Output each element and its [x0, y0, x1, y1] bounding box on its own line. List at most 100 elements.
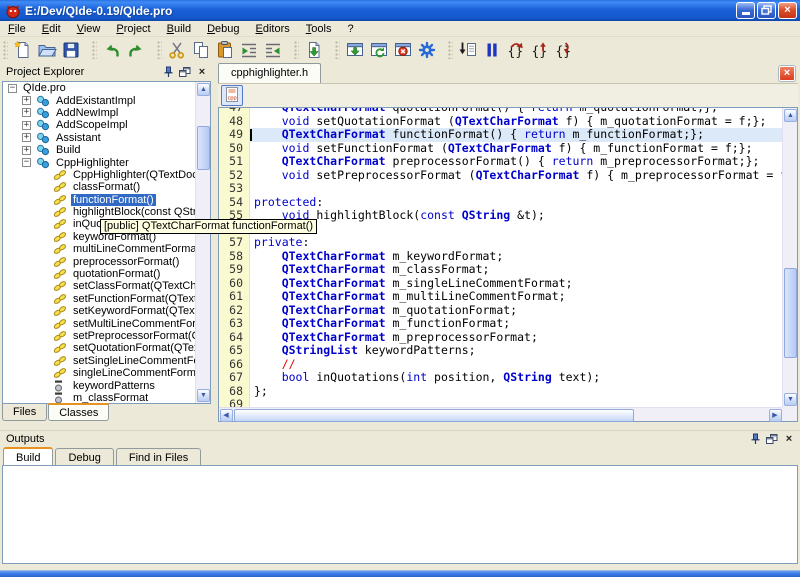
close-button[interactable]: ×: [778, 2, 797, 19]
tree-item-addnewimpl[interactable]: +AddNewImpl: [3, 107, 195, 119]
expand-icon[interactable]: +: [22, 96, 31, 105]
tree-item-assistant[interactable]: +Assistant: [3, 132, 195, 144]
menu-item-debug[interactable]: Debug: [199, 22, 247, 36]
toolbar-group-handle[interactable]: [92, 41, 97, 59]
editor-hscroll-thumb[interactable]: [234, 409, 634, 422]
paste-button[interactable]: [213, 39, 237, 61]
tree-item-qide-pro[interactable]: −QIde.pro: [3, 82, 195, 94]
editor-scroll-thumb[interactable]: [784, 268, 797, 358]
code-line-59[interactable]: 59 QTextCharFormat m_classFormat;: [219, 263, 782, 277]
tree-item-cpphighlighter-qtextdocumen[interactable]: CppHighlighter(QTextDocumen...: [3, 169, 195, 181]
editor-scroll-right-icon[interactable]: ▶: [769, 409, 782, 422]
explorer-tab-files[interactable]: Files: [2, 404, 47, 421]
collapse-icon[interactable]: −: [8, 84, 17, 93]
outputs-splitter[interactable]: [0, 422, 800, 430]
new-file-button[interactable]: [11, 39, 35, 61]
outputs-tab-build[interactable]: Build: [3, 447, 53, 466]
indent-button[interactable]: [237, 39, 261, 61]
settings-button[interactable]: [415, 39, 439, 61]
editor-scroll-left-icon[interactable]: ◀: [220, 409, 233, 422]
code-line-48[interactable]: 48 void setQuotationFormat (QTextCharFor…: [219, 115, 782, 129]
expand-icon[interactable]: +: [22, 133, 31, 142]
menu-item-project[interactable]: Project: [108, 22, 158, 36]
menu-item-file[interactable]: File: [0, 22, 34, 36]
editor-vertical-scrollbar[interactable]: ▲ ▼: [782, 108, 797, 407]
menu-item-edit[interactable]: Edit: [34, 22, 69, 36]
menu-item-help[interactable]: ?: [339, 22, 361, 36]
tree-item-multilinecommentformat[interactable]: multiLineCommentFormat(): [3, 243, 195, 255]
tree-item-setkeywordformat-qtextchar[interactable]: setKeywordFormat(QTextChar...: [3, 305, 195, 317]
code-line-54[interactable]: 54protected:: [219, 196, 782, 210]
editor-close-tab-button[interactable]: ×: [779, 66, 795, 81]
menu-item-view[interactable]: View: [69, 22, 109, 36]
pause-button[interactable]: [480, 39, 504, 61]
float-window-icon[interactable]: [178, 65, 192, 78]
tree-item-addscopeimpl[interactable]: +AddScopeImpl: [3, 119, 195, 131]
code-line-67[interactable]: 67 bool inQuotations(int position, QStri…: [219, 371, 782, 385]
code-line-49[interactable]: 49 QTextCharFormat functionFormat() { re…: [219, 128, 782, 142]
tree-item-setpreprocessorformat-qtext[interactable]: setPreprocessorFormat(QText...: [3, 330, 195, 342]
cut-button[interactable]: [165, 39, 189, 61]
tree-item-cpphighlighter[interactable]: −CppHighlighter: [3, 156, 195, 168]
expand-icon[interactable]: +: [22, 108, 31, 117]
toolbar-group-handle[interactable]: [3, 41, 8, 59]
tree-item-setclassformat-qtextcharfor[interactable]: setClassFormat(QTextCharFor...: [3, 280, 195, 292]
code-line-52[interactable]: 52 void setPreprocessorFormat (QTextChar…: [219, 169, 782, 183]
outputs-tab-debug[interactable]: Debug: [55, 448, 113, 466]
toolbar-group-handle[interactable]: [448, 41, 453, 59]
code-line-53[interactable]: 53: [219, 182, 782, 196]
editor-scroll-down-icon[interactable]: ▼: [784, 393, 797, 406]
save-file-button[interactable]: [59, 39, 83, 61]
outputs-pin-icon[interactable]: [748, 432, 762, 445]
collapse-icon[interactable]: −: [22, 158, 31, 167]
code-line-61[interactable]: 61 QTextCharFormat m_multiLineCommentFor…: [219, 290, 782, 304]
step-into-button[interactable]: [456, 39, 480, 61]
tree-item-singlelinecommentformat[interactable]: singleLineCommentFormat(): [3, 367, 195, 379]
tree-item-build[interactable]: +Build: [3, 144, 195, 156]
outputs-tab-find-in-files[interactable]: Find in Files: [116, 448, 201, 466]
editor-scroll-up-icon[interactable]: ▲: [784, 109, 797, 122]
tree-item-functionformat[interactable]: functionFormat(): [3, 194, 195, 206]
code-line-58[interactable]: 58 QTextCharFormat m_keywordFormat;: [219, 250, 782, 264]
step-over-button[interactable]: {}: [504, 39, 528, 61]
code-editor[interactable]: 47 QTextCharFormat quotationFormat() { r…: [218, 107, 798, 422]
menu-item-editors[interactable]: Editors: [248, 22, 298, 36]
code-line-65[interactable]: 65 QStringList keywordPatterns;: [219, 344, 782, 358]
code-line-62[interactable]: 62 QTextCharFormat m_quotationFormat;: [219, 304, 782, 318]
tree-item-addexistantimpl[interactable]: +AddExistantImpl: [3, 94, 195, 106]
menu-item-build[interactable]: Build: [159, 22, 199, 36]
tree-item-preprocessorformat[interactable]: preprocessorFormat(): [3, 255, 195, 267]
code-line-68[interactable]: 68};: [219, 385, 782, 399]
stop-button[interactable]: [391, 39, 415, 61]
step-out-button[interactable]: {}: [528, 39, 552, 61]
tree-item-setquotationformat-qtextch[interactable]: setQuotationFormat(QTextCh...: [3, 342, 195, 354]
toolbar-group-handle[interactable]: [335, 41, 340, 59]
code-line-51[interactable]: 51 QTextCharFormat preprocessorFormat() …: [219, 155, 782, 169]
tree-scroll-thumb[interactable]: [197, 126, 210, 170]
editor-horizontal-scrollbar[interactable]: ◀ ▶: [219, 407, 797, 421]
file-type-button[interactable]: cpp: [221, 85, 243, 106]
editor-tab-cpphighlighter[interactable]: cpphighlighter.h: [218, 63, 321, 83]
tree-item-quotationformat[interactable]: quotationFormat(): [3, 268, 195, 280]
code-line-57[interactable]: 57private:: [219, 236, 782, 250]
tree-item-classformat[interactable]: classFormat(): [3, 181, 195, 193]
tree-item-setfunctionformat-qtextchar[interactable]: setFunctionFormat(QTextChar...: [3, 293, 195, 305]
code-line-69[interactable]: 69: [219, 398, 782, 407]
toolbar-group-handle[interactable]: [294, 41, 299, 59]
toolbar-group-handle[interactable]: [157, 41, 162, 59]
tree-item-m-classformat[interactable]: m_classFormat: [3, 392, 195, 403]
tree-scroll-down-icon[interactable]: ▼: [197, 389, 210, 402]
pin-icon[interactable]: [161, 65, 175, 78]
tree-scroll-up-icon[interactable]: ▲: [197, 83, 210, 96]
code-line-50[interactable]: 50 void setFunctionFormat (QTextCharForm…: [219, 142, 782, 156]
tree-scrollbar[interactable]: ▲ ▼: [195, 82, 210, 403]
code-line-66[interactable]: 66 //: [219, 358, 782, 372]
tree-item-setsinglelinecommentformat[interactable]: setSingleLineCommentFormat(...: [3, 355, 195, 367]
open-file-button[interactable]: [35, 39, 59, 61]
undo-button[interactable]: [100, 39, 124, 61]
menu-item-tools[interactable]: Tools: [298, 22, 340, 36]
outputs-close-icon[interactable]: ×: [782, 432, 796, 445]
outputs-float-icon[interactable]: [765, 432, 779, 445]
close-panel-icon[interactable]: ×: [195, 65, 209, 78]
expand-icon[interactable]: +: [22, 121, 31, 130]
